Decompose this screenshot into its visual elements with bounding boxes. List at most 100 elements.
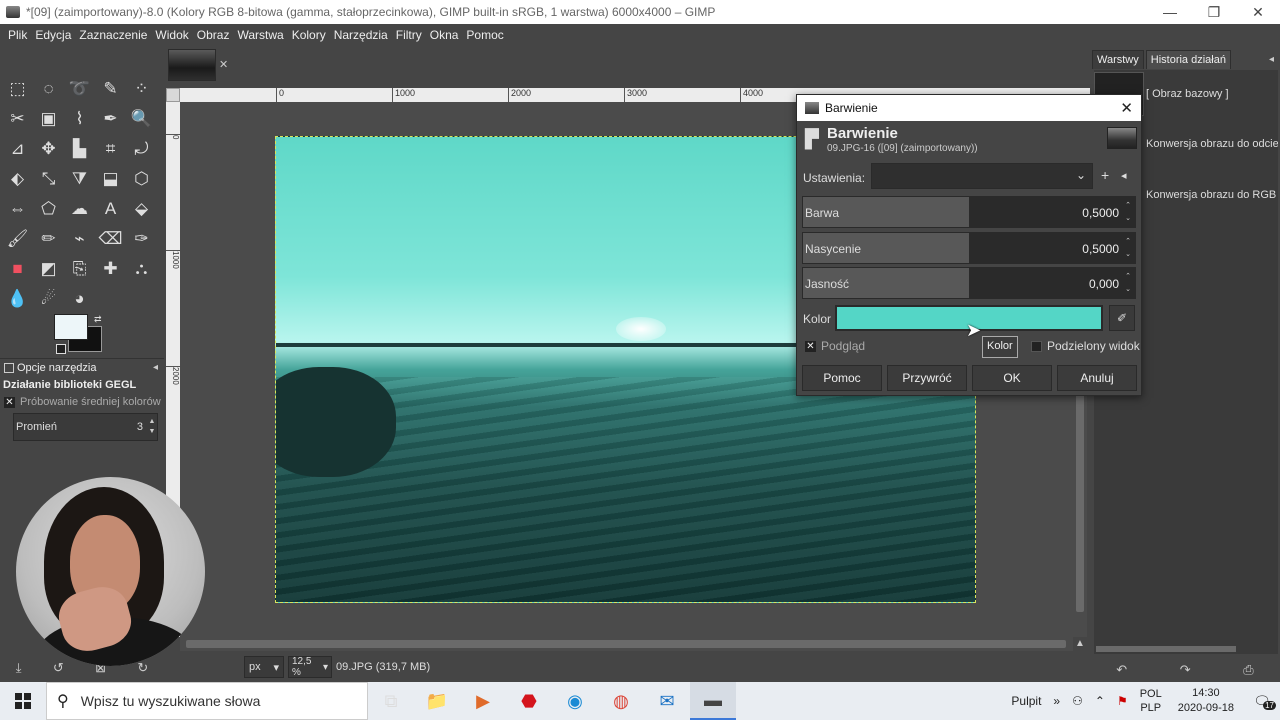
horizontal-scrollbar[interactable] xyxy=(180,637,1073,651)
desktop-toolbar-label[interactable]: Pulpit xyxy=(1005,694,1047,708)
dialog-close-icon[interactable]: ✕ xyxy=(1120,99,1133,117)
heal-icon[interactable]: ✚ xyxy=(95,254,126,284)
lightness-value[interactable]: 0,000 xyxy=(1089,277,1119,291)
acrobat-icon[interactable]: ⬣ xyxy=(506,682,552,720)
menu-plik[interactable]: Plik xyxy=(4,28,31,42)
saturation-value[interactable]: 0,5000 xyxy=(1082,242,1119,256)
media-player-icon[interactable]: ▶ xyxy=(460,682,506,720)
warp-icon[interactable]: ⬖ xyxy=(2,164,33,194)
menu-widok[interactable]: Widok xyxy=(151,28,192,42)
ink-icon[interactable]: ✑ xyxy=(126,224,157,254)
gradient-icon[interactable]: ◩ xyxy=(33,254,64,284)
rect-select-icon[interactable]: ⬚ xyxy=(2,74,33,104)
hue-value[interactable]: 0,5000 xyxy=(1082,206,1119,220)
ellipse-select-icon[interactable]: ◌ xyxy=(33,74,64,104)
restore-button[interactable]: ❐ xyxy=(1192,4,1236,21)
gimp-taskbar-icon[interactable]: ▬ xyxy=(690,682,736,720)
menu-kolory[interactable]: Kolory xyxy=(288,28,330,42)
text-icon[interactable]: A xyxy=(95,194,126,224)
zoom-icon[interactable]: 🔍 xyxy=(126,104,157,134)
radius-spin-buttons[interactable]: ▲ ▼ xyxy=(147,417,157,437)
help-button[interactable]: Pomoc xyxy=(802,365,882,391)
sample-average-checkbox[interactable]: ✕ Próbowanie średniej kolorów xyxy=(4,396,161,408)
radius-value[interactable]: 3 xyxy=(137,421,143,433)
mail-icon[interactable]: ✉ xyxy=(644,682,690,720)
stamp-icon[interactable]: ⛬ xyxy=(126,254,157,284)
menu-edycja[interactable]: Edycja xyxy=(31,28,75,42)
dock-menu-icon[interactable]: ◂ xyxy=(1269,54,1274,65)
zoom-selector[interactable]: 12,5 % ▾ xyxy=(288,656,332,678)
pencil-icon[interactable]: ✏ xyxy=(33,224,64,254)
radius-spinner[interactable]: Promień 3 ▲ ▼ xyxy=(13,413,158,441)
tool-options-tab[interactable]: Opcje narzędzia ◂ xyxy=(0,358,164,376)
tab-undo-history[interactable]: Historia działań xyxy=(1145,49,1231,69)
redo-icon[interactable]: ↷ xyxy=(1180,662,1191,678)
saturation-slider[interactable]: Nasycenie 0,5000 ⌃ ⌄ xyxy=(802,232,1136,264)
color-picker-icon[interactable]: ✐ xyxy=(1109,305,1135,331)
task-view-icon[interactable]: ⧉ xyxy=(368,682,414,720)
airbrush-icon[interactable]: ⌁ xyxy=(64,224,95,254)
menu-zaznaczenie[interactable]: Zaznaczenie xyxy=(75,28,151,42)
foreground-color-swatch[interactable] xyxy=(54,314,88,340)
foreground-select-icon[interactable]: ▣ xyxy=(33,104,64,134)
lightness-spin-buttons[interactable]: ⌃ ⌄ xyxy=(1123,270,1133,296)
hue-spin-buttons[interactable]: ⌃ ⌄ xyxy=(1123,199,1133,225)
settings-combo[interactable]: ⌄ xyxy=(871,163,1093,189)
split-view-checkbox[interactable]: Podzielony widok xyxy=(1031,339,1140,353)
paths-icon[interactable]: ⌇ xyxy=(64,104,95,134)
eraser-icon[interactable]: ⌫ xyxy=(95,224,126,254)
navigate-icon[interactable]: ▲ xyxy=(1075,638,1085,649)
scale-icon[interactable]: ⤡ xyxy=(33,164,64,194)
menu-filtry[interactable]: Filtry xyxy=(392,28,426,42)
bucket-fill-icon[interactable]: ⬙ xyxy=(126,194,157,224)
smudge-icon[interactable]: ☄ xyxy=(33,284,64,314)
clone-icon[interactable]: ⎘ xyxy=(64,254,95,284)
people-icon[interactable]: ⚇ xyxy=(1066,694,1089,708)
by-color-select-icon[interactable]: ⁘ xyxy=(126,74,157,104)
transform-icon[interactable]: ⤾ xyxy=(126,134,157,164)
notifications-button[interactable]: 🗨 17 xyxy=(1244,693,1280,710)
image-tab-thumbnail[interactable] xyxy=(168,49,216,81)
dock-scrollbar[interactable] xyxy=(1094,644,1278,654)
menu-narzedzia[interactable]: Narzędzia xyxy=(330,28,392,42)
close-button[interactable]: ✕ xyxy=(1236,4,1280,21)
ok-button[interactable]: OK xyxy=(972,365,1052,391)
start-button[interactable] xyxy=(0,682,46,720)
undo-icon[interactable]: ↶ xyxy=(1116,662,1127,678)
mypaint-brush-icon[interactable]: ■ xyxy=(2,254,33,284)
file-explorer-icon[interactable]: 📁 xyxy=(414,682,460,720)
cancel-button[interactable]: Anuluj xyxy=(1057,365,1137,391)
edge-icon[interactable]: ◉ xyxy=(552,682,598,720)
align-icon[interactable]: ▙ xyxy=(64,134,95,164)
spin-down-icon[interactable]: ▼ xyxy=(149,428,156,435)
hue-slider[interactable]: Barwa 0,5000 ⌃ ⌄ xyxy=(802,196,1136,228)
menu-warstwa[interactable]: Warstwa xyxy=(233,28,287,42)
add-preset-icon[interactable]: + xyxy=(1101,167,1109,183)
chrome-icon[interactable]: ◍ xyxy=(598,682,644,720)
color-picker-icon[interactable]: ✒ xyxy=(95,104,126,134)
smudge-warp-icon[interactable]: ☁ xyxy=(64,194,95,224)
menu-okna[interactable]: Okna xyxy=(426,28,463,42)
shear-icon[interactable]: ⧩ xyxy=(64,164,95,194)
fuzzy-select-icon[interactable]: ✎ xyxy=(95,74,126,104)
toolbar-expand-icon[interactable]: » xyxy=(1047,694,1066,708)
lasso-icon[interactable]: ➰ xyxy=(64,74,95,104)
saturation-spin-buttons[interactable]: ⌃ ⌄ xyxy=(1123,235,1133,261)
move-icon[interactable]: ✥ xyxy=(33,134,64,164)
save-options-icon[interactable]: ⤓ xyxy=(16,660,22,676)
crop-icon[interactable]: ⌗ xyxy=(95,134,126,164)
blur-icon[interactable]: 💧 xyxy=(2,284,33,314)
flip-icon[interactable]: ⇔ xyxy=(2,194,33,224)
dock-scroll-thumb[interactable] xyxy=(1096,646,1236,652)
network-icon[interactable]: ⚑ xyxy=(1111,694,1134,708)
clock[interactable]: 14:30 2020-09-18 xyxy=(1168,686,1244,716)
swap-colors-icon[interactable]: ⇄ xyxy=(94,314,102,325)
clear-history-icon[interactable]: ⎙ xyxy=(1243,662,1253,678)
horizontal-scroll-thumb[interactable] xyxy=(186,640,1066,648)
image-tab-close-icon[interactable]: ✕ xyxy=(219,58,228,71)
default-colors-icon[interactable] xyxy=(56,344,66,354)
paintbrush-icon[interactable]: 🖌 xyxy=(2,224,33,254)
3d-transform-icon[interactable]: ⬡ xyxy=(126,164,157,194)
unit-selector[interactable]: px ▾ xyxy=(244,656,284,678)
show-hidden-icons-icon[interactable]: ⌃ xyxy=(1089,694,1111,708)
